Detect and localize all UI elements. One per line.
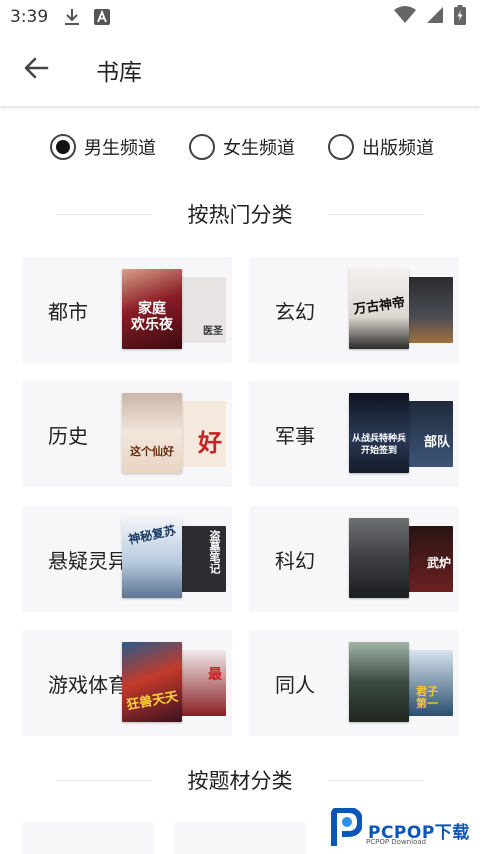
back-button[interactable]	[0, 34, 72, 106]
section-title: 按题材分类	[173, 765, 307, 795]
section-header-topic: 按题材分类	[0, 760, 480, 800]
book-cover-image	[349, 642, 409, 722]
category-label: 悬疑灵异	[48, 548, 128, 573]
divider	[328, 780, 424, 781]
status-bar: 3:39	[0, 0, 480, 34]
topic-card[interactable]	[174, 822, 306, 854]
topic-card[interactable]	[22, 822, 154, 854]
category-card-youxi[interactable]: 游戏体育 最 狂兽天天	[22, 630, 232, 736]
divider	[56, 214, 152, 215]
divider	[56, 780, 152, 781]
book-cover-image: 家庭 欢乐夜	[122, 269, 182, 349]
category-label: 同人	[275, 672, 315, 697]
category-card-dushi[interactable]: 都市 医圣 家庭 欢乐夜	[22, 257, 232, 363]
category-card-xuanyi[interactable]: 悬疑灵异 盗墓笔记 神秘复苏	[22, 506, 232, 612]
category-label: 游戏体育	[48, 672, 128, 697]
channel-option-male[interactable]: 男生频道	[50, 134, 156, 160]
radio-button-unchecked[interactable]	[189, 134, 215, 160]
category-label: 都市	[48, 299, 88, 324]
channel-option-publish[interactable]: 出版频道	[328, 134, 434, 160]
category-card-xuanhuan[interactable]: 玄幻 万古神帝	[249, 257, 459, 363]
book-cover-image: 神秘复苏	[122, 518, 182, 598]
signal-icon	[426, 6, 444, 28]
channel-label: 男生频道	[84, 138, 156, 159]
channel-label: 出版频道	[362, 138, 434, 159]
page-title: 书库	[96, 60, 142, 86]
category-label: 玄幻	[275, 299, 315, 324]
wifi-icon	[394, 6, 416, 28]
section-header-hot: 按热门分类	[0, 194, 480, 234]
channel-option-female[interactable]: 女生频道	[189, 134, 295, 160]
pcpop-logo-icon	[330, 807, 364, 852]
book-cover-image: 从战兵特种兵 开始签到	[349, 393, 409, 473]
radio-button-checked[interactable]	[50, 134, 76, 160]
category-card-kehuan[interactable]: 科幻 武炉	[249, 506, 459, 612]
battery-icon	[454, 5, 466, 29]
category-card-junshi[interactable]: 军事 部队 从战兵特种兵 开始签到	[249, 381, 459, 487]
category-card-tongren[interactable]: 同人 君子 第一	[249, 630, 459, 736]
category-card-lishi[interactable]: 历史 好 这个仙好	[22, 381, 232, 487]
category-label: 军事	[275, 423, 315, 448]
channel-label: 女生频道	[223, 138, 295, 159]
category-label: 科幻	[275, 548, 315, 573]
book-cover-image: 万古神帝	[349, 269, 409, 349]
download-icon	[64, 8, 80, 26]
book-cover-image	[349, 518, 409, 598]
app-bar: 书库	[0, 34, 480, 106]
arrow-left-icon	[23, 55, 49, 85]
category-label: 历史	[48, 423, 88, 448]
section-title: 按热门分类	[173, 199, 307, 229]
app-notification-icon	[94, 9, 111, 25]
status-time: 3:39	[10, 7, 49, 27]
book-cover-image: 狂兽天天	[122, 642, 182, 722]
divider	[328, 214, 424, 215]
watermark-subtext: PCPOP Download	[366, 838, 427, 846]
watermark-logo: PCPOP下载 PCPOP Download	[330, 806, 480, 854]
channel-selector: 男生频道 女生频道 出版频道	[0, 128, 480, 172]
book-cover-image: 这个仙好	[122, 393, 182, 473]
radio-button-unchecked[interactable]	[328, 134, 354, 160]
